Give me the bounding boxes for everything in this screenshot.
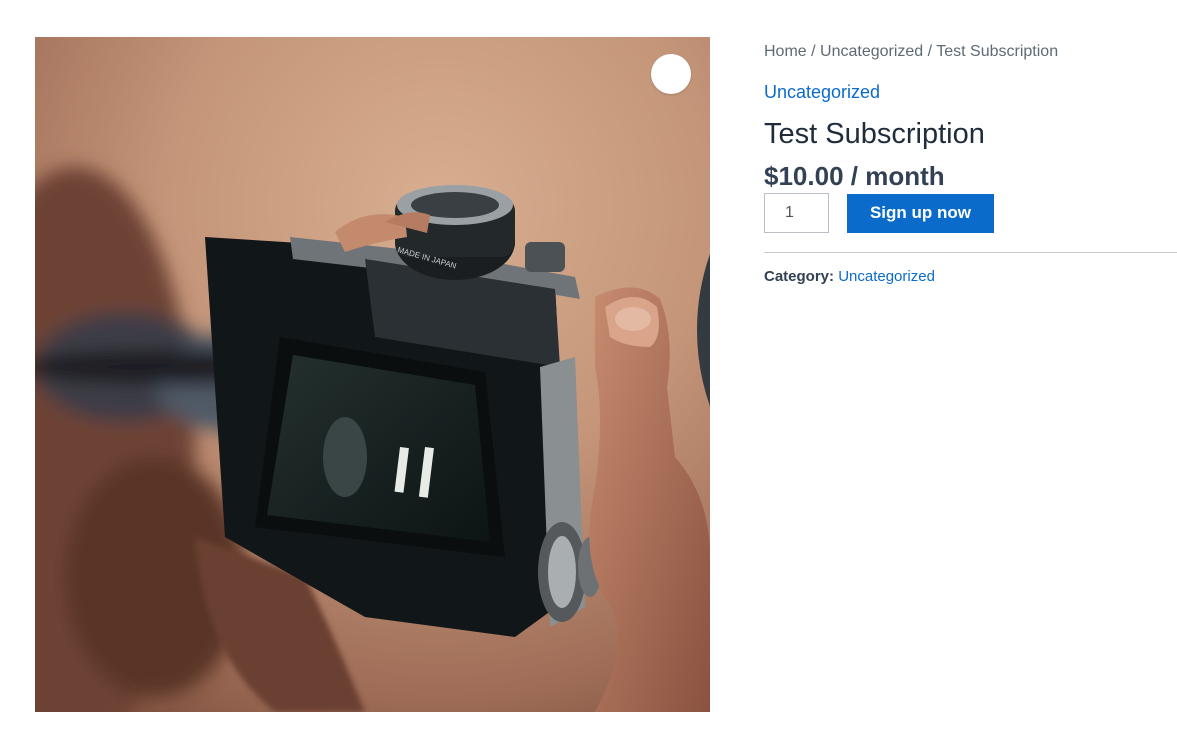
zoom-button[interactable] [651,54,710,407]
product-price: $10.00 / month [764,161,945,191]
product-gallery[interactable]: MADE IN JAPAN [35,37,710,712]
product-title: Test Subscription [764,118,985,150]
quantity-input[interactable] [764,193,829,233]
divider [764,252,1177,253]
meta-category-label: Category: [764,268,835,285]
breadcrumb-separator: / [806,43,821,60]
breadcrumb-separator: / [923,43,937,60]
product-summary: Home / Uncategorized / Test Subscription… [764,40,1177,287]
product-meta: Category: Uncategorized [764,267,1177,287]
product-image: MADE IN JAPAN [35,37,710,712]
product-category-link[interactable]: Uncategorized [764,80,880,104]
magnifier-icon [697,254,710,407]
breadcrumb-home-link[interactable]: Home [764,43,807,60]
breadcrumb: Home / Uncategorized / Test Subscription [764,40,1177,64]
sign-up-button[interactable]: Sign up now [847,193,994,233]
breadcrumb-category-link[interactable]: Uncategorized [820,43,923,60]
add-to-cart-form: Sign up now [764,193,1177,233]
breadcrumb-current: Test Subscription [936,43,1059,60]
product-page: MADE IN JAPAN Home / Uncategorized / Tes… [0,0,1177,730]
meta-category-link[interactable]: Uncategorized [838,268,935,285]
